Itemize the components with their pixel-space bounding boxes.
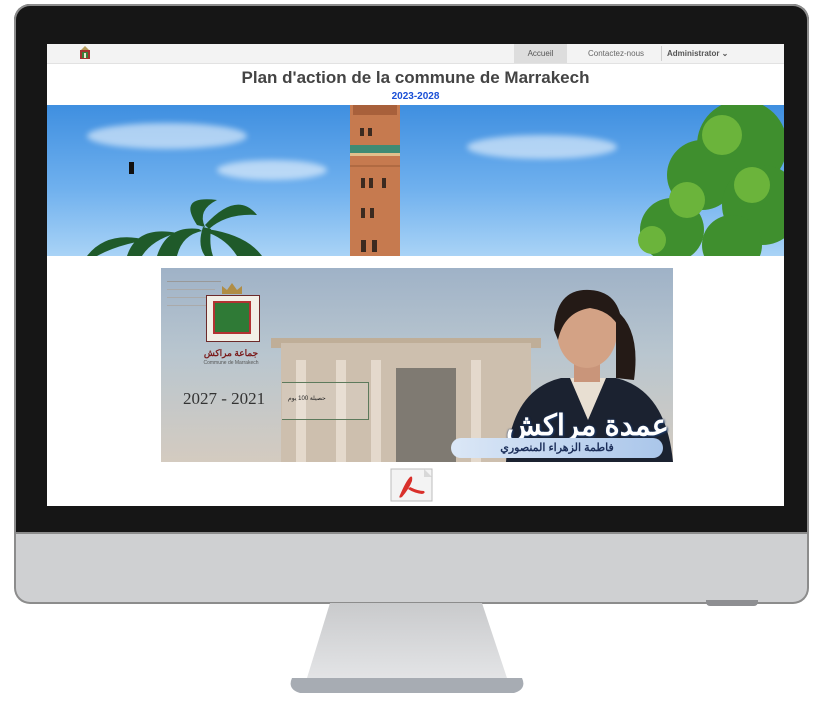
monitor-stand xyxy=(282,603,532,693)
hundred-days-badge: حصيلة 100 يوم xyxy=(282,382,369,420)
crown-emblem-icon xyxy=(222,283,242,294)
nav-contact-link[interactable]: Contactez-nous xyxy=(571,44,661,63)
cloud xyxy=(87,123,247,149)
monitor-chin xyxy=(14,534,809,604)
pdf-icon[interactable] xyxy=(388,467,435,502)
page-title: Plan d'action de la commune de Marrakech xyxy=(241,68,590,87)
coat-of-arms-shield-icon xyxy=(213,301,251,334)
nav-divider xyxy=(661,46,662,61)
palm-trees xyxy=(87,199,262,256)
trees-foliage xyxy=(638,105,784,256)
hundred-days-label: حصيلة 100 يوم xyxy=(288,396,326,402)
page-subtitle-years: 2023-2028 xyxy=(391,91,440,102)
hero-banner-image xyxy=(47,105,784,256)
browser-screen: Accueil Contactez-nous Administrator ⌄ P… xyxy=(47,44,784,506)
top-navbar: Accueil Contactez-nous Administrator ⌄ xyxy=(47,44,784,64)
poster-mandate-years: 2027 - 2021 xyxy=(183,389,266,408)
municipal-emblem-icon[interactable] xyxy=(79,46,91,60)
nav-admin-dropdown[interactable]: Administrator ⌄ xyxy=(667,44,728,63)
commune-name-arabic: جماعة مراكش xyxy=(203,348,259,358)
commune-coat-of-arms xyxy=(206,295,260,342)
building-column xyxy=(371,360,381,462)
cloud xyxy=(217,160,327,180)
nav-home-link[interactable]: Accueil xyxy=(514,44,567,63)
commune-name-french: Commune de Marrakech xyxy=(203,360,259,366)
koutoubia-minaret xyxy=(350,105,400,256)
banner-mark xyxy=(129,162,134,174)
mayor-name-arabic: فاطمة الزهراء المنصوري xyxy=(500,442,614,454)
monitor-chin-shadow xyxy=(706,600,758,606)
mayor-poster-image[interactable]: جماعة مراكش Commune de Marrakech 2027 - … xyxy=(161,268,673,462)
